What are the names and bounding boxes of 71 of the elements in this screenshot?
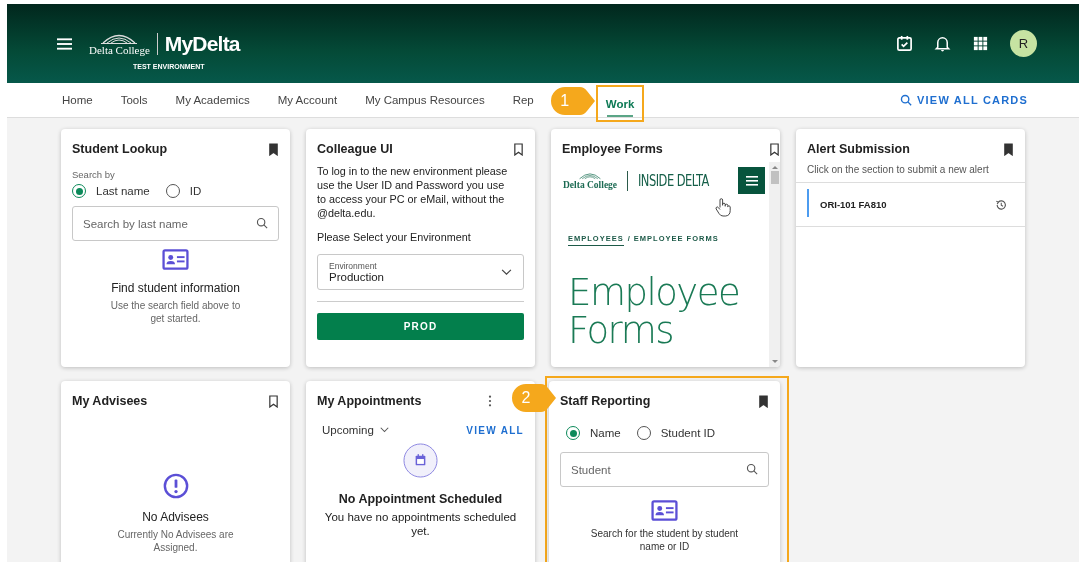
- card-title: Colleague UI: [317, 142, 393, 156]
- view-all-cards-link[interactable]: VIEW ALL CARDS: [900, 83, 1028, 117]
- more-options-icon[interactable]: [488, 395, 492, 407]
- search-field[interactable]: Search by last name: [72, 206, 279, 241]
- empty-state-title: No Appointment Scheduled: [337, 492, 504, 506]
- history-icon[interactable]: [995, 198, 1007, 211]
- empty-state-title: No Advisees: [141, 510, 210, 524]
- hint-text: Click on the section to submit a new alert: [796, 164, 1025, 183]
- bookmark-icon[interactable]: [1003, 142, 1014, 156]
- radio-option[interactable]: Student ID: [636, 426, 716, 440]
- empty-state-text: Currently No Advisees are Assigned.: [116, 528, 235, 554]
- menu-button[interactable]: [738, 167, 765, 194]
- page-heading: Employee Forms: [567, 274, 741, 350]
- bookmark-icon[interactable]: [513, 142, 524, 156]
- bell-icon[interactable]: [934, 35, 951, 52]
- callout-badge: 2: [511, 383, 557, 413]
- college-name: Delta College: [563, 180, 618, 190]
- bookmark-icon[interactable]: [769, 142, 780, 156]
- nav-tab[interactable]: Home: [48, 83, 107, 117]
- prompt-text: Please Select your Environment: [317, 231, 472, 243]
- card-title: Student Lookup: [72, 142, 168, 156]
- menu-icon: [745, 175, 758, 186]
- alert-item[interactable]: ORI-101 FA810: [796, 183, 1025, 227]
- card-title: Alert Submission: [807, 142, 910, 156]
- calendar-icon: [403, 443, 438, 478]
- card-title: My Appointments: [317, 394, 422, 408]
- nav-tab[interactable]: Work: [595, 85, 645, 122]
- card-title: Staff Reporting: [560, 394, 651, 408]
- id-card-icon: [162, 249, 189, 270]
- nav-tab[interactable]: My Account: [263, 83, 352, 117]
- bookmark-icon[interactable]: [268, 142, 279, 156]
- id-card-icon: [651, 500, 678, 521]
- empty-state-text: Search for the student by student name or ID: [589, 527, 740, 553]
- instructions-text: To log in to the new environment please use the User ID and Password you use to access your PC or eMail, without the @delta.edu.: [317, 164, 509, 220]
- nav-tab[interactable]: Rep: [498, 83, 548, 117]
- scrollbar[interactable]: [769, 162, 780, 367]
- nav-tab[interactable]: Tools: [106, 83, 162, 117]
- radio-option[interactable]: Last name: [72, 184, 150, 198]
- search-icon: [900, 94, 913, 106]
- prod-button[interactable]: PROD: [317, 313, 524, 340]
- chevron-down-icon: [379, 427, 389, 433]
- college-name: Delta College: [89, 43, 150, 56]
- search-by-label: Search by: [72, 169, 116, 180]
- empty-state-text: You have no appointments scheduled yet.: [323, 510, 518, 538]
- filter-dropdown[interactable]: Upcoming: [322, 424, 389, 436]
- calendar-check-icon[interactable]: [896, 35, 913, 52]
- app-name: MyDelta: [164, 31, 240, 55]
- alert-circle-icon: [162, 473, 189, 499]
- bookmark-icon[interactable]: [758, 394, 769, 408]
- nav-tab[interactable]: My Academics: [161, 83, 264, 117]
- search-field[interactable]: Student: [560, 452, 769, 487]
- apps-grid-icon[interactable]: [972, 35, 989, 52]
- empty-state-title: Find student information: [110, 281, 241, 295]
- empty-state-text: Use the search field above to get started.: [109, 299, 242, 325]
- view-all-link[interactable]: VIEW ALL: [466, 424, 524, 436]
- arch-logo-icon: [577, 171, 604, 180]
- menu-icon[interactable]: [57, 37, 72, 50]
- search-icon[interactable]: [746, 463, 758, 475]
- bookmark-icon[interactable]: [268, 394, 279, 408]
- card-title: Employee Forms: [562, 142, 663, 156]
- card-title: My Advisees: [72, 394, 148, 408]
- environment-select[interactable]: Environment Production: [317, 254, 524, 290]
- chevron-down-icon: [501, 268, 512, 276]
- nav-tab[interactable]: My Campus Resources: [351, 83, 499, 117]
- radio-option[interactable]: Name: [566, 426, 621, 440]
- search-icon[interactable]: [256, 217, 268, 229]
- callout-badge: 1: [549, 86, 596, 116]
- site-name: INSIDE DELTA: [638, 171, 710, 190]
- radio-option[interactable]: ID: [165, 184, 202, 198]
- user-avatar[interactable]: R: [1010, 30, 1037, 57]
- hand-cursor-icon: [715, 197, 731, 218]
